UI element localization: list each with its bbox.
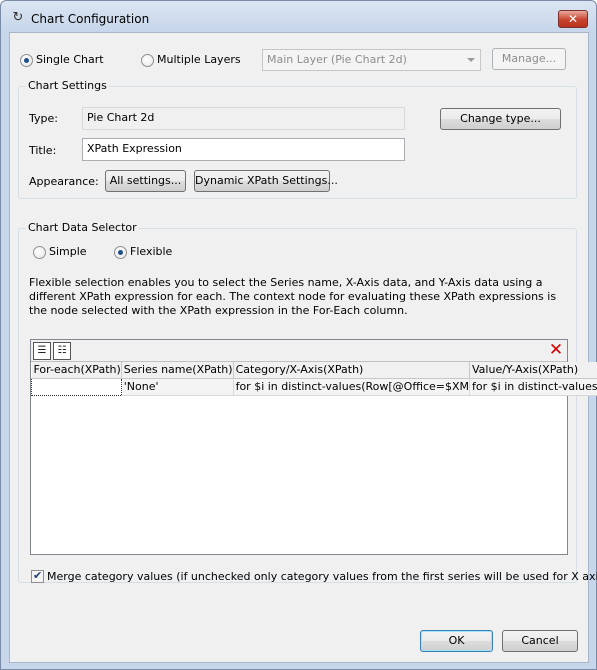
window-title: Chart Configuration bbox=[31, 12, 150, 26]
flexible-label[interactable]: Flexible bbox=[130, 245, 172, 258]
simple-label[interactable]: Simple bbox=[49, 245, 87, 258]
append-row-icon[interactable]: ☰ bbox=[33, 342, 51, 360]
layer-select[interactable]: Main Layer (Pie Chart 2d) bbox=[262, 49, 481, 71]
chart-data-selector-title: Chart Data Selector bbox=[26, 221, 139, 234]
for-each-cell[interactable] bbox=[31, 377, 122, 396]
close-button[interactable]: ✕ bbox=[558, 10, 588, 28]
xpath-grid: ☰ ☷ ✕ For-each(XPath) Series name(XPath)… bbox=[30, 339, 597, 555]
title-bar[interactable]: ↻ Chart Configuration ✕ bbox=[1, 1, 596, 35]
type-label: Type: bbox=[29, 112, 58, 125]
insert-row-icon[interactable]: ☷ bbox=[53, 342, 71, 360]
appearance-label: Appearance: bbox=[29, 175, 99, 188]
column-header-for-each[interactable]: For-each(XPath) bbox=[31, 362, 122, 379]
delete-row-icon[interactable]: ✕ bbox=[547, 341, 565, 359]
merge-category-checkbox[interactable] bbox=[31, 569, 44, 583]
cancel-button[interactable]: Cancel bbox=[502, 630, 578, 652]
dialog-client: Single Chart Multiple Layers Main Layer … bbox=[9, 32, 597, 663]
simple-radio[interactable] bbox=[33, 246, 46, 259]
grid-toolbar: ☰ ☷ ✕ bbox=[31, 340, 567, 362]
table-header-row: For-each(XPath) Series name(XPath) Categ… bbox=[31, 362, 597, 379]
dynamic-xpath-settings-button[interactable]: Dynamic XPath Settings... bbox=[194, 170, 338, 192]
single-chart-label[interactable]: Single Chart bbox=[36, 53, 104, 66]
table-row: 'None' for $i in distinct-values(Row[@Of… bbox=[31, 377, 597, 396]
series-name-cell[interactable]: 'None' bbox=[121, 378, 234, 396]
title-label: Title: bbox=[29, 144, 57, 157]
category-x-axis-cell[interactable]: for $i in distinct-values(Row[@Office=$X… bbox=[233, 378, 471, 396]
app-icon: ↻ bbox=[12, 10, 24, 25]
single-chart-radio[interactable] bbox=[20, 54, 33, 67]
column-header-value-y-axis[interactable]: Value/Y-Axis(XPath) bbox=[469, 362, 597, 379]
ok-button[interactable]: OK bbox=[420, 630, 493, 652]
column-header-series-name[interactable]: Series name(XPath) bbox=[121, 362, 234, 379]
merge-category-label[interactable]: Merge category values (if unchecked only… bbox=[47, 570, 597, 583]
chart-settings-title: Chart Settings bbox=[26, 79, 109, 92]
multiple-layers-label[interactable]: Multiple Layers bbox=[157, 53, 241, 66]
flexible-radio[interactable] bbox=[114, 246, 127, 259]
flexible-description: Flexible selection enables you to select… bbox=[29, 276, 557, 317]
manage-button[interactable]: Manage... bbox=[492, 48, 566, 70]
type-field: Pie Chart 2d bbox=[82, 107, 405, 130]
all-settings-button[interactable]: All settings... bbox=[105, 170, 186, 192]
change-type-button[interactable]: Change type... bbox=[440, 108, 561, 130]
chevron-down-icon bbox=[467, 58, 475, 62]
title-input[interactable]: XPath Expression bbox=[82, 138, 405, 161]
column-header-category-x-axis[interactable]: Category/X-Axis(XPath) bbox=[233, 362, 471, 379]
layer-select-value: Main Layer (Pie Chart 2d) bbox=[267, 53, 407, 66]
xpath-table: For-each(XPath) Series name(XPath) Categ… bbox=[31, 362, 597, 396]
value-y-axis-cell[interactable]: for $i in distinct-values(Row bbox=[469, 378, 597, 396]
multiple-layers-radio[interactable] bbox=[141, 54, 154, 67]
chart-configuration-window: ↻ Chart Configuration ✕ Single Chart Mul… bbox=[0, 0, 597, 670]
